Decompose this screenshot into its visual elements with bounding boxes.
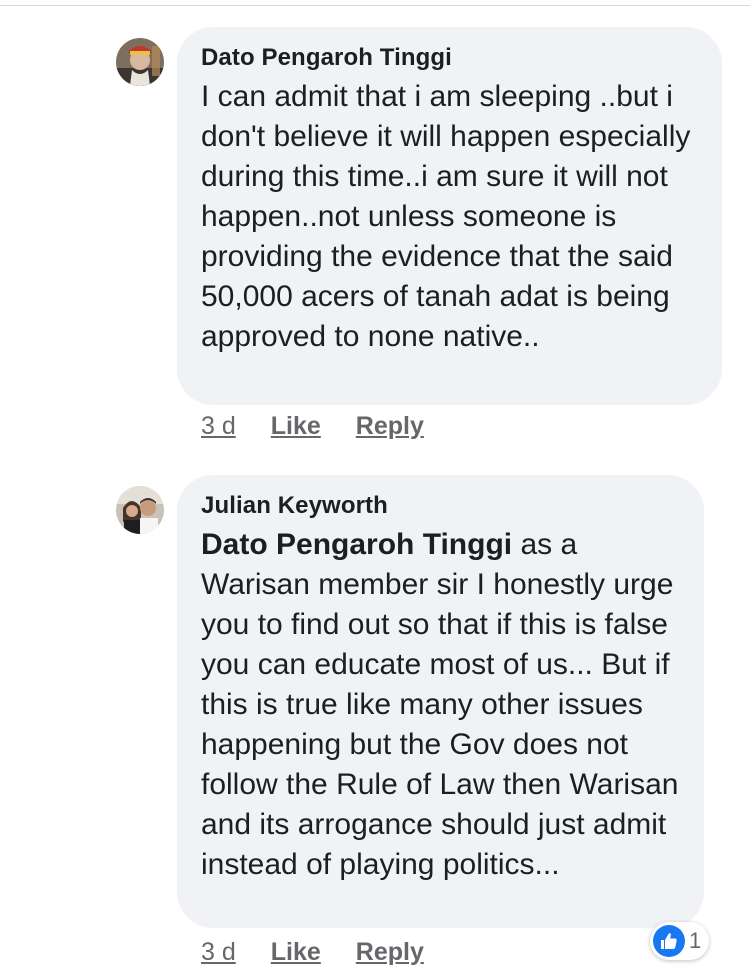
comment-author[interactable]: Julian Keyworth — [201, 491, 682, 521]
comment-bubble: Julian Keyworth Dato Pengaroh Tinggi as … — [177, 475, 704, 928]
profile-photo-icon — [116, 38, 164, 86]
comment-actions: 3 d Like Reply — [201, 409, 459, 443]
mention-link[interactable]: Dato Pengaroh Tinggi — [201, 528, 512, 561]
reply-button[interactable]: Reply — [356, 412, 424, 441]
comment-body: as a Warisan member sir I honestly urge … — [201, 528, 679, 881]
comment-timestamp[interactable]: 3 d — [201, 938, 236, 967]
comment-actions: 3 d Like Reply — [201, 935, 459, 969]
reply-button[interactable]: Reply — [356, 938, 424, 967]
comment-timestamp[interactable]: 3 d — [201, 412, 236, 441]
like-button[interactable]: Like — [271, 938, 321, 967]
avatar[interactable] — [116, 486, 164, 534]
comment-text: I can admit that i am sleeping ..but i d… — [201, 80, 691, 353]
comment-author[interactable]: Dato Pengaroh Tinggi — [201, 43, 700, 73]
reaction-count: 1 — [689, 928, 702, 953]
avatar[interactable] — [116, 38, 164, 86]
top-divider — [0, 5, 750, 6]
like-button[interactable]: Like — [271, 412, 321, 441]
profile-photo-icon — [116, 486, 164, 534]
comment-text: Dato Pengaroh Tinggi as a Warisan member… — [201, 525, 682, 885]
thumbs-up-icon — [653, 925, 685, 957]
comment-bubble: Dato Pengaroh Tinggi I can admit that i … — [177, 27, 722, 405]
reaction-count-badge[interactable]: 1 — [650, 922, 710, 960]
